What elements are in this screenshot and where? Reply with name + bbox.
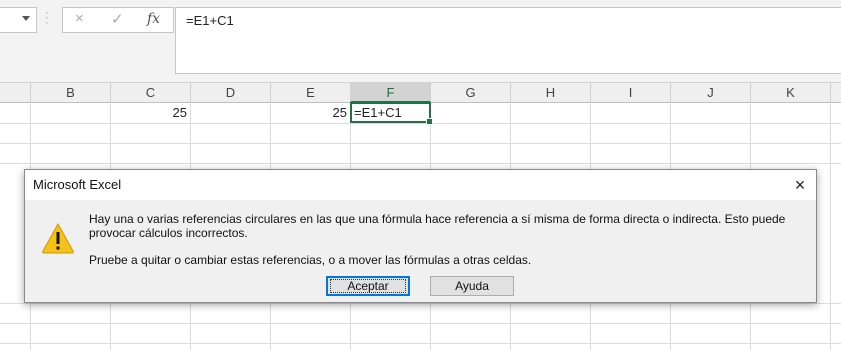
dialog-titlebar[interactable]: Microsoft Excel × [25, 170, 816, 200]
active-cell-f1[interactable]: =E1+C1 [350, 102, 433, 125]
grid-line [830, 104, 831, 350]
help-button-label: Ayuda [455, 279, 489, 293]
cancel-icon[interactable]: × [75, 10, 84, 27]
close-icon[interactable]: × [784, 170, 816, 200]
formula-input[interactable]: =E1+C1 [175, 7, 841, 74]
column-header-h[interactable]: H [511, 83, 591, 103]
help-button[interactable]: Ayuda [430, 276, 514, 296]
column-header-d[interactable]: D [191, 83, 271, 103]
formula-buttons: × ✓ fx [62, 7, 174, 33]
cell-e1[interactable]: 25 [271, 103, 347, 123]
circular-reference-dialog: Microsoft Excel × Hay una o varias refer… [24, 169, 817, 303]
grid-line [0, 343, 841, 344]
accept-button[interactable]: Aceptar [326, 276, 410, 296]
formula-text: =E1+C1 [186, 13, 234, 28]
dialog-title: Microsoft Excel [33, 177, 122, 192]
grid-line [0, 163, 841, 164]
column-header-a-partial[interactable] [0, 83, 31, 103]
more-options-icon[interactable]: · · · [45, 8, 49, 29]
dialog-message-primary: Hay una o varias referencias circulares … [89, 212, 786, 240]
grid-line [0, 303, 841, 304]
column-header-l-partial[interactable] [831, 83, 841, 103]
dialog-message-secondary: Pruebe a quitar o cambiar estas referenc… [89, 253, 532, 267]
name-box-dropdown-icon[interactable] [22, 16, 30, 21]
cell-f1-content: =E1+C1 [354, 105, 402, 120]
column-header-i[interactable]: I [591, 83, 671, 103]
column-header-j[interactable]: J [671, 83, 751, 103]
enter-icon[interactable]: ✓ [111, 10, 124, 28]
cell-c1[interactable]: 25 [111, 103, 187, 123]
grid-line [0, 123, 841, 124]
grid-line [0, 323, 841, 324]
focus-outline [330, 279, 406, 293]
column-header-g[interactable]: G [431, 83, 511, 103]
column-header-c[interactable]: C [111, 83, 191, 103]
fill-handle[interactable] [426, 118, 433, 125]
insert-function-icon[interactable]: fx [147, 11, 160, 27]
warning-icon [42, 222, 74, 254]
column-header-b[interactable]: B [31, 83, 111, 103]
grid-line [0, 143, 841, 144]
column-header-k[interactable]: K [751, 83, 831, 103]
name-box[interactable] [0, 7, 37, 33]
column-header-e[interactable]: E [271, 83, 351, 103]
formula-bar-area: · · · × ✓ fx =E1+C1 [0, 0, 841, 83]
column-header-f[interactable]: F [351, 83, 431, 103]
